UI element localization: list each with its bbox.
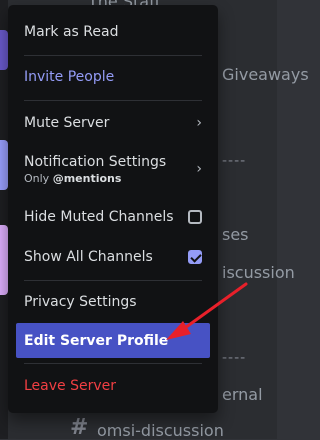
checkbox-checked-icon[interactable]: [188, 250, 202, 264]
notification-sub-value: @mentions: [52, 171, 122, 185]
invite-people-item[interactable]: Invite People: [16, 61, 210, 93]
edit-server-profile-label: Edit Server Profile: [24, 332, 169, 349]
privacy-settings-item[interactable]: Privacy Settings: [16, 286, 210, 318]
server-icon-strip-1: [0, 30, 8, 70]
channel-divider: ----: [222, 153, 247, 169]
checkbox-icon[interactable]: [188, 210, 202, 224]
hide-muted-channels-label: Hide Muted Channels: [24, 209, 174, 225]
channel-name[interactable]: iscussion: [222, 263, 295, 282]
channel-name[interactable]: Giveaways: [222, 65, 309, 84]
server-context-menu: Mark as Read Invite People Mute Server ›…: [8, 5, 218, 413]
leave-server-item[interactable]: Leave Server: [16, 370, 210, 402]
notification-settings-item[interactable]: Notification Settings Only @mentions ›: [16, 146, 210, 192]
notification-settings-sublabel: Only @mentions: [24, 172, 166, 185]
mark-as-read-item[interactable]: Mark as Read: [16, 16, 210, 48]
channel-name[interactable]: ernal: [222, 385, 263, 404]
channel-name[interactable]: ses: [222, 225, 249, 244]
notification-settings-label: Notification Settings: [24, 153, 167, 170]
mute-server-label: Mute Server: [24, 115, 110, 131]
menu-separator: [24, 55, 202, 56]
show-all-channels-item[interactable]: Show All Channels: [16, 241, 210, 273]
edit-server-profile-item[interactable]: Edit Server Profile: [16, 323, 210, 358]
menu-separator: [24, 100, 202, 101]
hash-icon: #: [70, 415, 89, 440]
menu-separator: [24, 280, 202, 281]
server-icon-strip-2: [0, 140, 8, 190]
channel-name[interactable]: omsi-discussion: [97, 421, 224, 440]
chevron-right-icon: ›: [196, 161, 202, 177]
menu-separator: [24, 363, 202, 364]
server-icon-strip-3: [0, 225, 8, 295]
mark-as-read-label: Mark as Read: [24, 24, 119, 40]
notification-sub-prefix: Only: [24, 171, 50, 185]
show-all-channels-label: Show All Channels: [24, 249, 153, 265]
hide-muted-channels-item[interactable]: Hide Muted Channels: [16, 201, 210, 233]
privacy-settings-label: Privacy Settings: [24, 294, 137, 310]
invite-people-label: Invite People: [24, 69, 115, 85]
channel-divider: ----: [222, 350, 247, 366]
chevron-right-icon: ›: [196, 115, 202, 131]
mute-server-item[interactable]: Mute Server ›: [16, 107, 210, 139]
leave-server-label: Leave Server: [24, 378, 117, 394]
